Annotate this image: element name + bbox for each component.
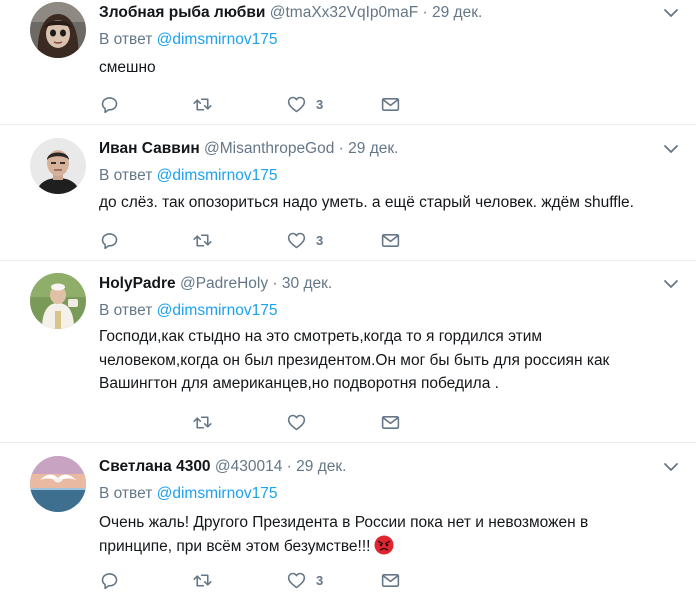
retweet-icon: [193, 97, 212, 111]
chevron-down-icon[interactable]: [662, 458, 680, 476]
reply-button[interactable]: [99, 569, 120, 591]
heart-icon: [287, 572, 306, 588]
angry-face-icon: [374, 535, 394, 554]
reply-mention-link[interactable]: @dimsmirnov175: [157, 302, 278, 319]
tweet-header: HolyPadre @PadreHoly · 30 дек.: [99, 274, 656, 294]
tweet-actions: [99, 411, 419, 433]
reply-prefix: В ответ: [99, 167, 153, 184]
heart-icon: [287, 96, 306, 112]
author-name[interactable]: HolyPadre: [99, 275, 176, 292]
author-name[interactable]: Иван Саввин: [99, 140, 200, 157]
reply-context: В ответ @dimsmirnov175: [99, 30, 277, 50]
reply-button[interactable]: [99, 93, 120, 115]
tweet-actions: 3: [99, 93, 419, 115]
author-handle[interactable]: @430014: [215, 458, 282, 475]
retweet-icon: [193, 573, 212, 587]
tweet-header: Светлана 4300 @430014 · 29 дек.: [99, 457, 656, 477]
tweet-header: Иван Саввин @MisanthropeGod · 29 дек.: [99, 139, 656, 159]
author-handle[interactable]: @tmaXx32VqIp0maF: [270, 4, 418, 21]
like-button[interactable]: 3: [286, 229, 323, 251]
heart-icon: [287, 232, 306, 248]
envelope-icon: [381, 415, 400, 429]
reply-mention-link[interactable]: @dimsmirnov175: [157, 167, 278, 184]
tweet-actions: 3: [99, 569, 419, 591]
chevron-down-icon[interactable]: [662, 4, 680, 22]
like-count: 3: [316, 572, 324, 588]
reply-icon: [101, 572, 118, 589]
envelope-icon: [381, 233, 400, 247]
reply-icon: [101, 232, 118, 249]
retweet-icon: [193, 415, 212, 429]
retweet-button[interactable]: [192, 569, 213, 591]
like-button[interactable]: 3: [286, 569, 323, 591]
separator: ·: [286, 458, 292, 475]
tweet-date[interactable]: 29 дек.: [296, 458, 346, 475]
tweet[interactable]: HolyPadre @PadreHoly · 30 дек. В ответ @…: [0, 261, 696, 443]
direct-message-button[interactable]: [380, 229, 401, 251]
tweet-text: Господи,как стыдно на это смотреть,когда…: [99, 328, 610, 392]
tweet-actions: 3: [99, 229, 419, 251]
author-name[interactable]: Светлана 4300: [99, 458, 211, 475]
avatar[interactable]: [30, 273, 86, 329]
separator: ·: [422, 4, 428, 21]
tweet[interactable]: Злобная рыба любви @tmaXx32VqIp0maF · 29…: [0, 0, 696, 125]
envelope-icon: [381, 97, 400, 111]
retweet-button[interactable]: [192, 229, 213, 251]
avatar[interactable]: [30, 2, 86, 58]
reply-icon: [101, 96, 118, 113]
heart-icon: [287, 414, 306, 430]
reply-context: В ответ @dimsmirnov175: [99, 484, 277, 504]
chevron-down-icon[interactable]: [662, 140, 680, 158]
reply-mention-link[interactable]: @dimsmirnov175: [157, 31, 278, 48]
author-name[interactable]: Злобная рыба любви: [99, 4, 265, 21]
retweet-icon: [193, 233, 212, 247]
separator: ·: [338, 140, 344, 157]
tweet-text-content: Очень жаль! Другого Президента в России …: [99, 514, 589, 555]
separator: ·: [272, 275, 278, 292]
tweet-date[interactable]: 30 дек.: [282, 275, 332, 292]
avatar[interactable]: [30, 138, 86, 194]
like-count: 3: [316, 232, 324, 248]
tweet-text: смешно: [99, 59, 156, 76]
retweet-button[interactable]: [192, 411, 213, 433]
like-button[interactable]: [286, 411, 307, 433]
author-handle[interactable]: @PadreHoly: [180, 275, 268, 292]
author-handle[interactable]: @MisanthropeGod: [204, 140, 334, 157]
chevron-down-icon[interactable]: [662, 275, 680, 293]
retweet-button[interactable]: [192, 93, 213, 115]
direct-message-button[interactable]: [380, 411, 401, 433]
reply-mention-link[interactable]: @dimsmirnov175: [157, 485, 278, 502]
reply-prefix: В ответ: [99, 302, 153, 319]
tweet-header: Злобная рыба любви @tmaXx32VqIp0maF · 29…: [99, 3, 656, 23]
direct-message-button[interactable]: [380, 569, 401, 591]
direct-message-button[interactable]: [380, 93, 401, 115]
tweet-date[interactable]: 29 дек.: [348, 140, 398, 157]
like-count: 3: [316, 96, 324, 112]
envelope-icon: [381, 573, 400, 587]
tweet-date[interactable]: 29 дек.: [432, 4, 482, 21]
reply-context: В ответ @dimsmirnov175: [99, 301, 277, 321]
tweet-text: до слёз. так опозориться надо уметь. а е…: [99, 194, 634, 211]
tweet[interactable]: Иван Саввин @MisanthropeGod · 29 дек. В …: [0, 125, 696, 261]
reply-prefix: В ответ: [99, 485, 153, 502]
like-button[interactable]: 3: [286, 93, 323, 115]
reply-prefix: В ответ: [99, 31, 153, 48]
tweet-text: Очень жаль! Другого Президента в России …: [99, 511, 626, 558]
reply-button[interactable]: [99, 229, 120, 251]
reply-context: В ответ @dimsmirnov175: [99, 166, 277, 186]
avatar[interactable]: [30, 456, 86, 512]
tweet[interactable]: Светлана 4300 @430014 · 29 дек. В ответ …: [0, 443, 696, 603]
